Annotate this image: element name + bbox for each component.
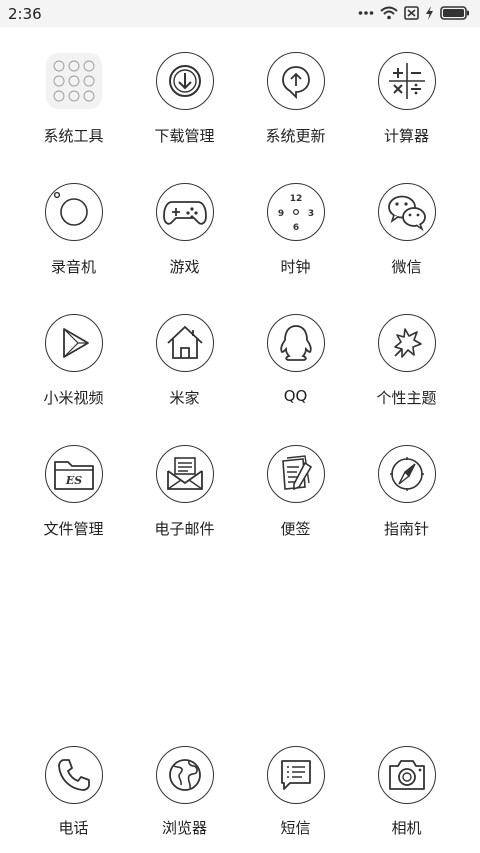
play-icon — [44, 314, 103, 372]
app-recorder[interactable]: 录音机 — [18, 183, 129, 314]
wifi-icon — [380, 6, 398, 20]
camera-icon — [377, 746, 436, 804]
more-dots-icon — [358, 11, 374, 15]
mail-icon — [155, 445, 214, 503]
calculator-icon — [377, 52, 436, 110]
app-label: 米家 — [169, 389, 200, 407]
app-label: 小米视频 — [43, 389, 104, 407]
clock-number: 9 — [277, 209, 283, 219]
folder-icon: ES — [44, 445, 103, 503]
app-clock[interactable]: 12 9 3 6 时钟 — [240, 183, 351, 314]
app-label: 短信 — [280, 819, 311, 837]
dock-phone[interactable]: 电话 — [18, 746, 129, 851]
app-wechat[interactable]: 微信 — [351, 183, 462, 314]
dock-camera[interactable]: 相机 — [351, 746, 462, 851]
app-calculator[interactable]: 计算器 — [351, 52, 462, 183]
app-system-tools[interactable]: 系统工具 — [18, 52, 129, 183]
app-file-manager[interactable]: ES 文件管理 — [18, 445, 129, 576]
app-label: 系统工具 — [43, 127, 104, 145]
gamepad-icon — [155, 183, 214, 241]
app-label: 便签 — [280, 520, 311, 538]
app-label: 录音机 — [50, 258, 96, 276]
no-sim-icon — [404, 6, 419, 20]
app-label: 系统更新 — [265, 127, 326, 145]
app-label: 相机 — [391, 819, 422, 837]
app-label: QQ — [283, 387, 308, 405]
app-label: 游戏 — [169, 258, 200, 276]
folder-grid-icon — [44, 52, 103, 110]
battery-icon — [440, 6, 469, 20]
phone-icon — [44, 746, 103, 804]
app-label: 微信 — [391, 258, 422, 276]
app-label: 指南针 — [383, 520, 429, 538]
app-label: 文件管理 — [43, 520, 104, 538]
app-download-manager[interactable]: 下载管理 — [129, 52, 240, 183]
app-themes[interactable]: 个性主题 — [351, 314, 462, 445]
app-label: 电子邮件 — [154, 520, 215, 538]
dock-messages[interactable]: 短信 — [240, 746, 351, 851]
app-games[interactable]: 游戏 — [129, 183, 240, 314]
recorder-icon — [44, 183, 103, 241]
app-compass[interactable]: 指南针 — [351, 445, 462, 576]
theme-icon — [377, 314, 436, 372]
clock-number: 6 — [292, 223, 298, 233]
home-icon — [155, 314, 214, 372]
clock-number: 12 — [289, 194, 302, 204]
status-bar: 2:36 — [0, 0, 480, 27]
message-icon — [266, 746, 325, 804]
app-system-update[interactable]: 系统更新 — [240, 52, 351, 183]
notes-icon — [266, 445, 325, 503]
app-mi-video[interactable]: 小米视频 — [18, 314, 129, 445]
app-email[interactable]: 电子邮件 — [129, 445, 240, 576]
status-icons — [358, 4, 470, 22]
update-arrow-icon — [266, 52, 325, 110]
clock-icon: 12 9 3 6 — [266, 183, 325, 241]
compass-icon — [377, 445, 436, 503]
browser-globe-icon — [155, 746, 214, 804]
folder-icon-text: ES — [64, 474, 81, 487]
wechat-icon — [377, 183, 436, 241]
dock: 电话 浏览器 短信 相机 — [0, 746, 480, 851]
app-label: 个性主题 — [376, 389, 437, 407]
app-label: 下载管理 — [154, 127, 215, 145]
app-mi-home[interactable]: 米家 — [129, 314, 240, 445]
status-time: 2:36 — [8, 5, 42, 23]
app-grid: 系统工具 下载管理 系统更新 计算器 录音机 游戏 12 9 3 6 时钟 微信… — [0, 52, 480, 576]
app-label: 浏览器 — [161, 819, 207, 837]
penguin-icon — [266, 314, 325, 372]
app-label: 时钟 — [280, 258, 311, 276]
app-label: 电话 — [58, 819, 89, 837]
app-label: 计算器 — [383, 127, 429, 145]
dock-browser[interactable]: 浏览器 — [129, 746, 240, 851]
app-notes[interactable]: 便签 — [240, 445, 351, 576]
clock-number: 3 — [307, 209, 313, 219]
charging-bolt-icon — [426, 6, 433, 20]
download-icon — [155, 52, 214, 110]
app-qq[interactable]: QQ — [240, 314, 351, 445]
